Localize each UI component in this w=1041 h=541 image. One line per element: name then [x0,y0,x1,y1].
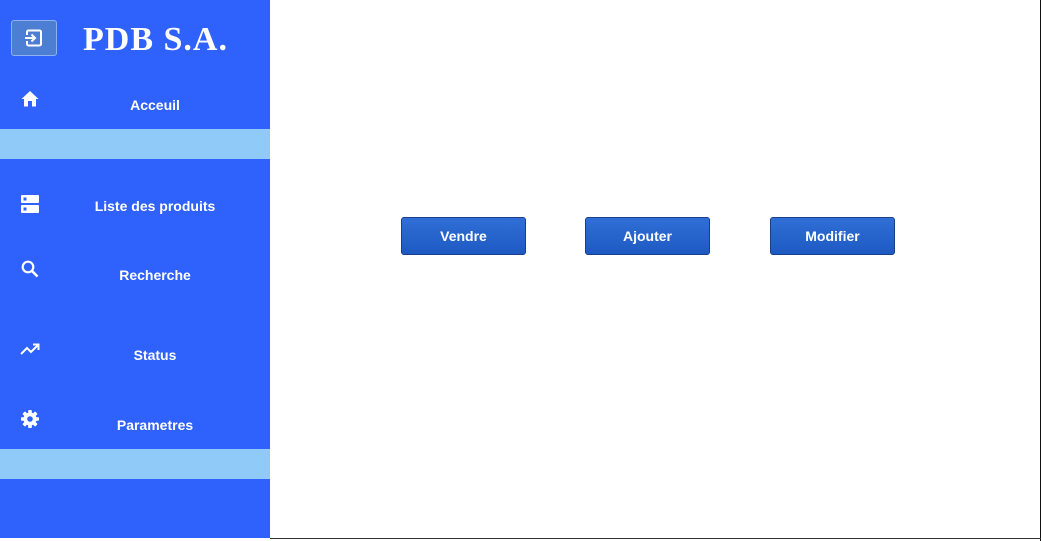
sidebar-item-status[interactable]: Status [0,336,270,376]
sidebar-item-acceuil[interactable]: Acceuil [0,86,270,126]
exit-to-app-icon [25,29,42,47]
exit-button[interactable] [11,20,57,56]
sidebar-item-recherche[interactable]: Recherche [0,256,270,296]
sidebar-item-label: Liste des produits [94,198,216,214]
sidebar-item-label: Recherche [119,267,191,283]
ajouter-button[interactable]: Ajouter [585,217,710,255]
sidebar-item-label: Status [133,347,177,363]
gear-icon [21,410,39,428]
search-icon [21,260,39,278]
sidebar-separator [0,449,270,479]
modifier-button[interactable]: Modifier [770,217,895,255]
brand-title: PDB S.A. [83,21,228,58]
sidebar-item-label: Parametres [116,417,194,433]
sidebar-item-label: Acceuil [130,97,180,113]
window-border-bottom [270,538,1041,539]
sidebar: PDB S.A. Acceuil Liste des produits Rech… [0,0,270,538]
vendre-button[interactable]: Vendre [401,217,526,255]
sidebar-item-parametres[interactable]: Parametres [0,406,270,446]
sidebar-item-liste-des-produits[interactable]: Liste des produits [0,190,270,226]
sidebar-separator [0,129,270,159]
trending-up-icon [20,343,40,355]
list-icon [21,195,39,213]
home-icon [21,91,39,107]
